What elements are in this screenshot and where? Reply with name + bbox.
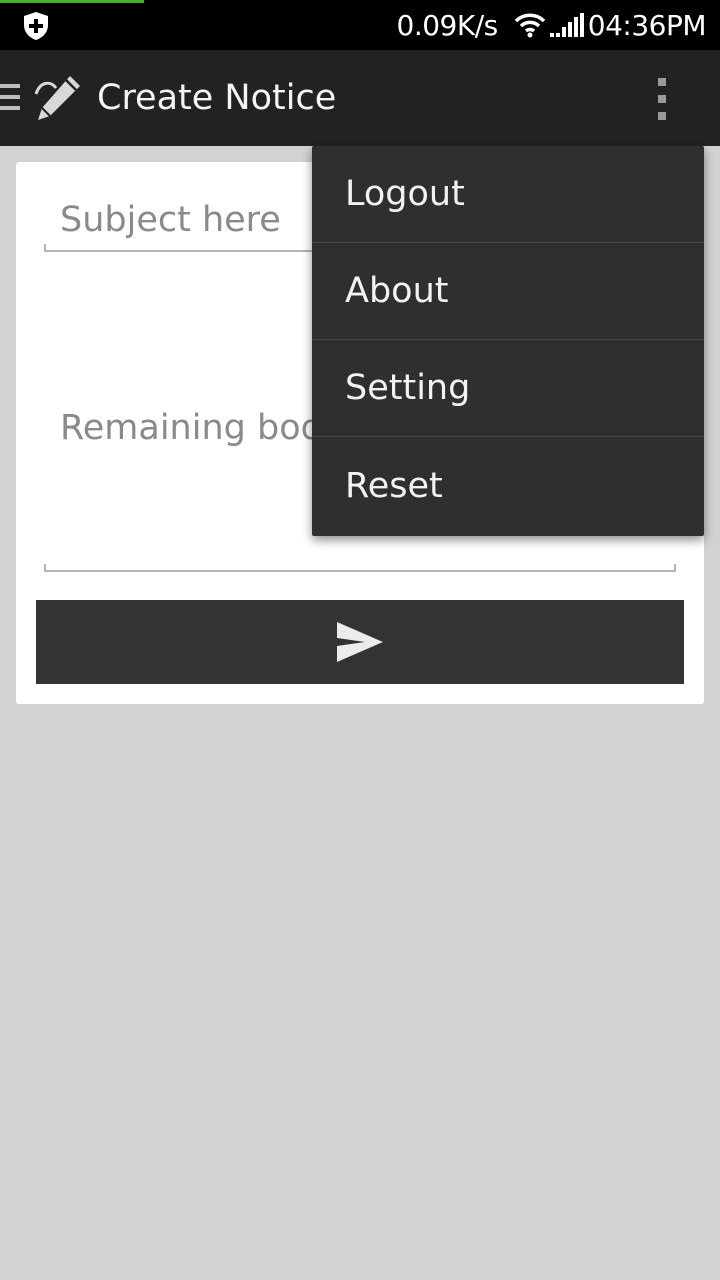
menu-item-setting[interactable]: Setting [312,340,704,437]
send-icon [337,622,383,662]
overflow-menu-icon[interactable] [652,76,676,122]
action-bar: Create Notice [0,50,720,146]
clock: 04:36PM [587,8,707,42]
status-bar: 0.09K/s 04:36PM [0,0,720,50]
drawer-menu-icon[interactable] [0,84,22,114]
menu-item-about[interactable]: About [312,243,704,340]
shield-plus-icon [24,12,48,40]
overflow-popup-menu: Logout About Setting Reset [312,146,704,536]
network-speed: 0.09K/s [396,8,499,42]
status-progress-indicator [0,0,144,3]
pen-icon[interactable] [30,72,84,126]
menu-item-logout[interactable]: Logout [312,146,704,243]
subject-placeholder: Subject here [60,200,281,240]
body-underline [44,564,676,572]
send-button[interactable] [36,600,684,684]
body-placeholder: Remaining body [60,408,344,448]
signal-icon [549,13,584,37]
page-title: Create Notice [97,78,337,118]
wifi-icon [514,13,545,38]
menu-item-reset[interactable]: Reset [312,437,704,534]
status-indicators: 0.09K/s 04:36PM [396,0,707,50]
